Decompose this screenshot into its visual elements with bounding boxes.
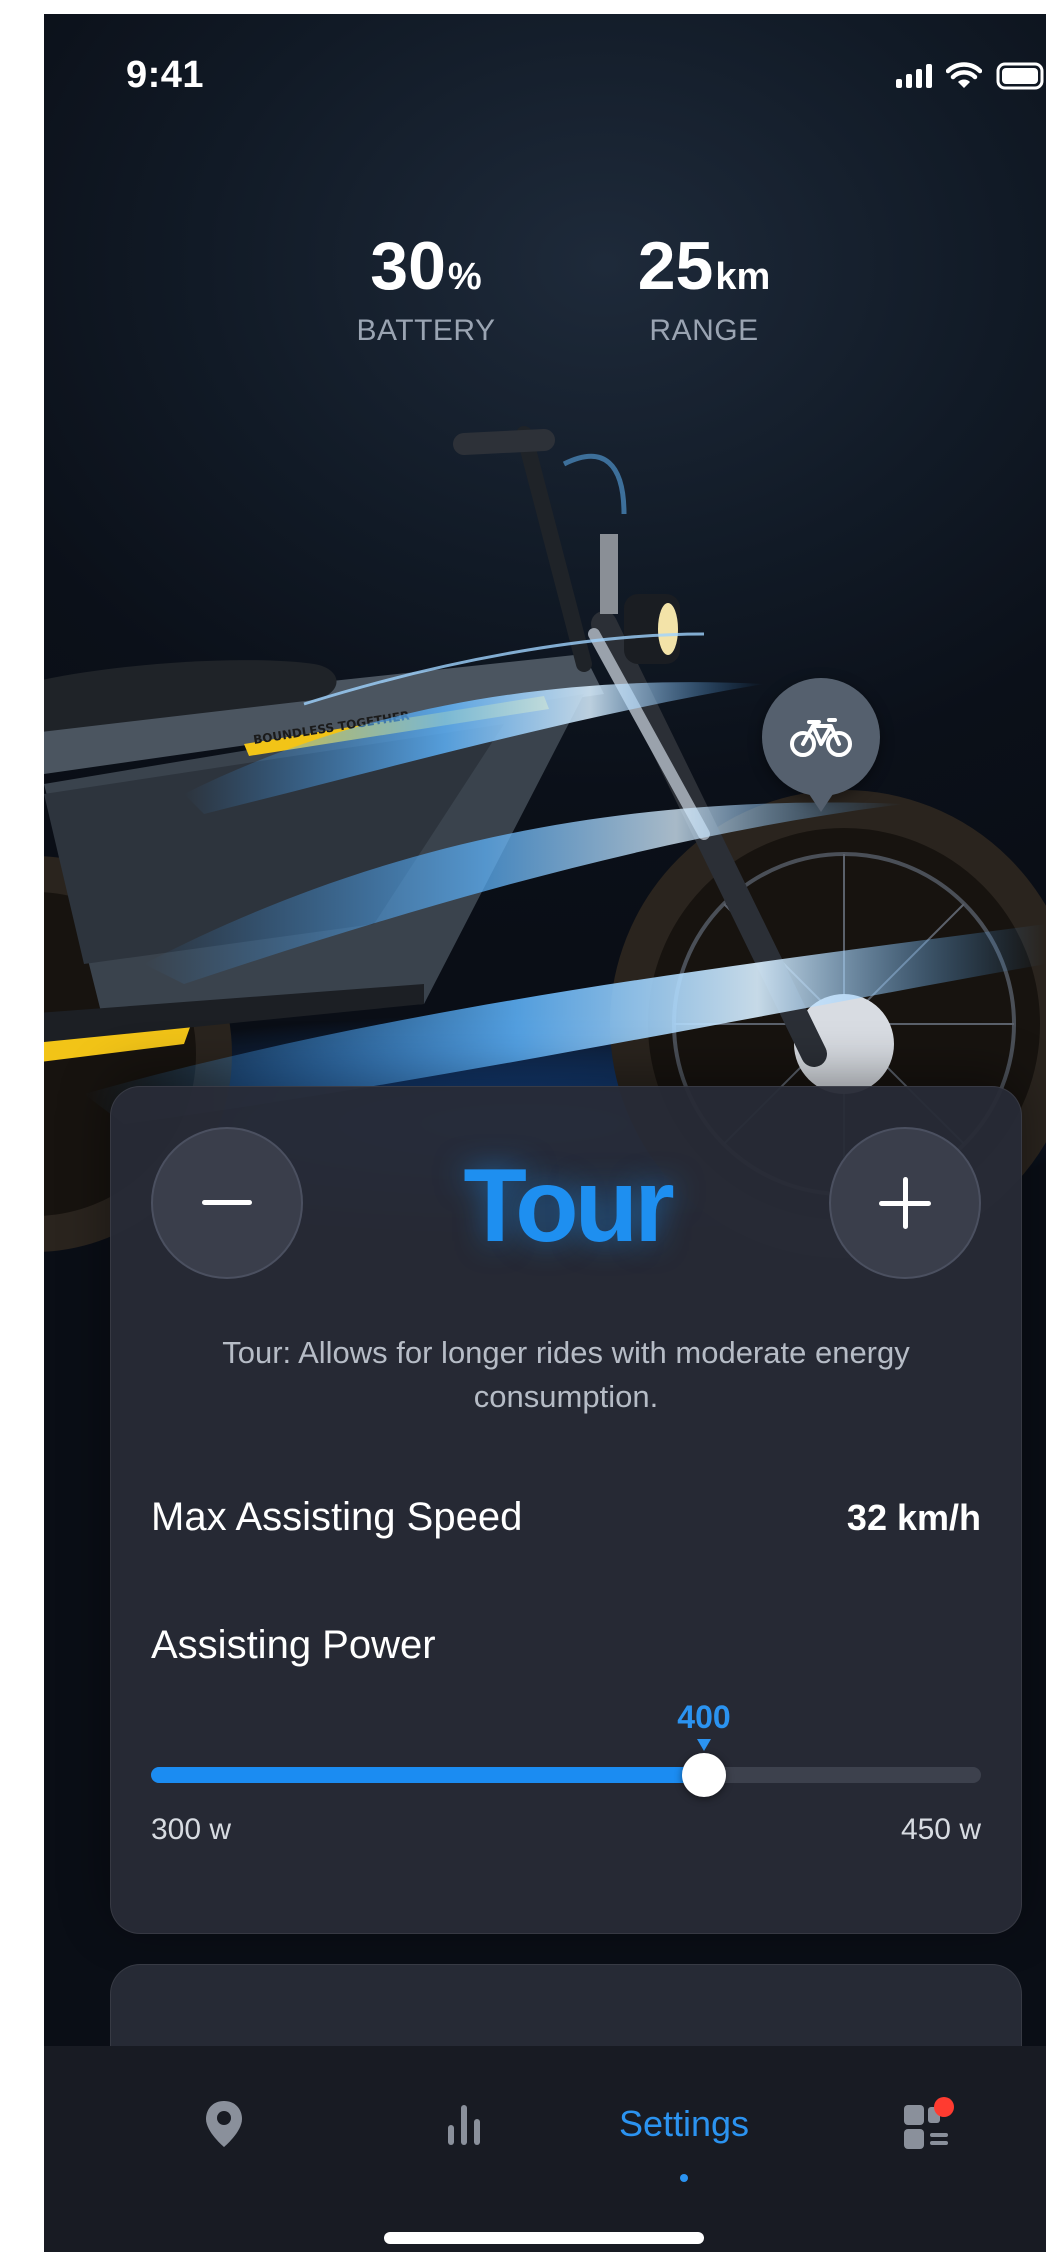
decrease-mode-button[interactable] [151, 1127, 303, 1279]
slider-thumb[interactable] [682, 1753, 726, 1797]
battery-icon [996, 62, 1044, 90]
map-pin-icon [206, 2101, 242, 2147]
tab-settings[interactable]: Settings [584, 2084, 784, 2182]
active-tab-indicator [680, 2174, 688, 2182]
battery-stat: 30% BATTERY [326, 232, 526, 348]
tab-stats[interactable] [424, 2084, 504, 2164]
bike-location-pin[interactable] [762, 678, 880, 812]
home-indicator [384, 2232, 704, 2244]
riding-mode-card: Tour Tour: Allows for longer rides with … [110, 1086, 1022, 1934]
tab-more[interactable] [890, 2084, 970, 2164]
tab-map[interactable] [184, 2084, 264, 2164]
app-screen: 9:41 30% BATTERY 25 km RANGE BOUNDLESS T… [44, 14, 1046, 2252]
assisting-power-slider[interactable] [151, 1753, 981, 1797]
mode-title: Tour [463, 1148, 674, 1264]
increase-mode-button[interactable] [829, 1127, 981, 1279]
max-speed-label: Max Assisting Speed [151, 1495, 523, 1539]
plus-icon [879, 1177, 931, 1229]
range-stat: 25 km RANGE [604, 232, 804, 348]
notification-badge [934, 2097, 954, 2117]
range-label: RANGE [649, 314, 759, 347]
range-value: 25 km [637, 228, 771, 304]
battery-label: BATTERY [356, 314, 496, 347]
minus-icon [202, 1200, 252, 1205]
power-slider-value: 400 [677, 1699, 731, 1735]
mode-description: Tour: Allows for longer rides with moder… [222, 1335, 910, 1414]
slider-value-caret [697, 1739, 711, 1751]
status-icons [896, 62, 1046, 90]
bar-chart-icon [448, 2105, 480, 2145]
cellular-signal-icon [896, 64, 932, 88]
bicycle-icon [790, 718, 852, 757]
status-time: 9:41 [126, 54, 205, 96]
assisting-power-label: Assisting Power [151, 1623, 436, 1667]
power-min-label: 300 w [151, 1813, 232, 1846]
max-speed-row: Max Assisting Speed 32 km/h [151, 1495, 981, 1540]
slider-fill [151, 1767, 704, 1783]
battery-value: 30% [370, 228, 482, 304]
wifi-icon [946, 62, 982, 88]
power-max-label: 450 w [900, 1813, 981, 1846]
tab-settings-label: Settings [618, 2103, 750, 2144]
dashboard-icon [904, 2097, 954, 2149]
bottom-tab-bar: Settings [44, 2046, 1046, 2252]
max-speed-value: 32 km/h [846, 1496, 981, 1538]
